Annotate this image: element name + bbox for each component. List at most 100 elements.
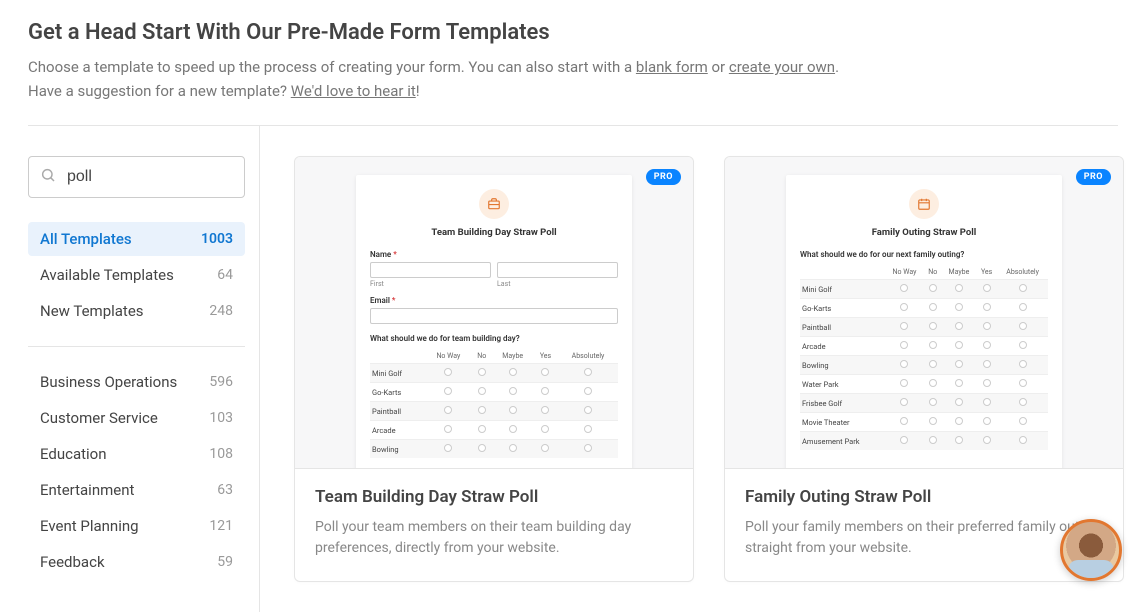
matrix-col: Yes <box>533 349 558 364</box>
blank-form-link[interactable]: blank form <box>636 58 708 76</box>
filter-label: All Templates <box>40 230 132 248</box>
radio-icon <box>955 341 963 349</box>
radio-icon <box>584 444 592 452</box>
preview-first-sub: First <box>370 280 491 288</box>
category-count: 596 <box>209 374 233 390</box>
matrix-row-label: Bowling <box>800 356 885 375</box>
card-title: Team Building Day Straw Poll <box>315 487 673 507</box>
radio-icon <box>444 444 452 452</box>
matrix-col: No Way <box>426 349 472 364</box>
radio-icon <box>444 387 452 395</box>
filter-count: 1003 <box>201 231 233 247</box>
radio-icon <box>444 406 452 414</box>
category-event-planning[interactable]: Event Planning121 <box>28 509 245 543</box>
matrix-col: Maybe <box>492 349 533 364</box>
radio-icon <box>444 368 452 376</box>
suggest-link[interactable]: We'd love to hear it <box>291 82 416 100</box>
radio-icon <box>509 425 517 433</box>
preview-first-input <box>370 262 491 278</box>
category-label: Feedback <box>40 553 105 571</box>
preview-form: Team Building Day Straw Poll Name * Firs… <box>356 175 632 469</box>
radio-icon <box>478 387 486 395</box>
preview-question: What should we do for our next family ou… <box>800 250 1048 259</box>
subhead-text: Choose a template to speed up the proces… <box>28 58 636 76</box>
category-count: 121 <box>209 518 233 534</box>
radio-icon <box>929 303 937 311</box>
card-description: Poll your team members on their team bui… <box>315 517 673 559</box>
radio-icon <box>955 398 963 406</box>
filter-new-templates[interactable]: New Templates248 <box>28 294 245 328</box>
radio-icon <box>541 425 549 433</box>
matrix-row-label: Go-Karts <box>370 383 426 402</box>
radio-icon <box>1019 360 1027 368</box>
radio-icon <box>900 436 908 444</box>
matrix-row: Mini Golf <box>370 364 618 383</box>
radio-icon <box>1019 284 1027 292</box>
category-customer-service[interactable]: Customer Service 103 <box>28 401 245 435</box>
filter-count: 64 <box>217 267 233 283</box>
category-count: 108 <box>209 446 233 462</box>
matrix-row: Arcade <box>800 337 1048 356</box>
preview-form: Family Outing Straw Poll What should we … <box>786 175 1062 469</box>
preview-email-input <box>370 308 618 324</box>
matrix-row-label: Arcade <box>800 337 885 356</box>
matrix-row: Water Park <box>800 375 1048 394</box>
category-feedback[interactable]: Feedback59 <box>28 545 245 579</box>
subhead-mid: or <box>711 58 728 76</box>
search-input[interactable] <box>28 156 245 198</box>
radio-icon <box>983 379 991 387</box>
matrix-row-label: Amusement Park <box>800 432 885 451</box>
radio-icon <box>983 417 991 425</box>
filter-all-templates[interactable]: All Templates 1003 <box>28 222 245 256</box>
matrix-row: Bowling <box>370 440 618 459</box>
create-own-link[interactable]: create your own <box>729 58 835 76</box>
radio-icon <box>1019 341 1027 349</box>
radio-icon <box>955 417 963 425</box>
category-business-operations[interactable]: Business Operations 596 <box>28 365 245 399</box>
radio-icon <box>955 360 963 368</box>
category-entertainment[interactable]: Entertainment63 <box>28 473 245 507</box>
suggest-suffix: ! <box>416 82 420 100</box>
template-card[interactable]: PRO Team Building Day Straw Poll Name * … <box>294 156 694 582</box>
radio-icon <box>1019 436 1027 444</box>
matrix-row-label: Mini Golf <box>370 364 426 383</box>
template-card[interactable]: PRO Family Outing Straw Poll What should… <box>724 156 1124 582</box>
filter-available-templates[interactable]: Available Templates 64 <box>28 258 245 292</box>
card-description: Poll your family members on their prefer… <box>745 517 1103 559</box>
radio-icon <box>929 341 937 349</box>
subhead-suffix: . <box>835 58 839 76</box>
matrix-col: Maybe <box>942 265 976 280</box>
matrix-row: Paintball <box>370 402 618 421</box>
matrix-row: Arcade <box>370 421 618 440</box>
radio-icon <box>478 368 486 376</box>
category-education[interactable]: Education108 <box>28 437 245 471</box>
filter-label: Available Templates <box>40 266 174 284</box>
matrix-row: Go-Karts <box>800 299 1048 318</box>
radio-icon <box>929 417 937 425</box>
category-count: 103 <box>209 410 233 426</box>
preview-question: What should we do for team building day? <box>370 334 618 343</box>
radio-icon <box>1019 417 1027 425</box>
radio-icon <box>541 406 549 414</box>
preview-form-title: Team Building Day Straw Poll <box>370 227 618 238</box>
radio-icon <box>900 284 908 292</box>
radio-icon <box>955 284 963 292</box>
preview-name-label: Name * <box>370 250 618 259</box>
calendar-icon <box>909 189 939 219</box>
category-label: Customer Service <box>40 409 158 427</box>
radio-icon <box>444 425 452 433</box>
matrix-row: Paintball <box>800 318 1048 337</box>
category-label: Business Operations <box>40 373 177 391</box>
matrix-row: Frisbee Golf <box>800 394 1048 413</box>
matrix-row-label: Mini Golf <box>800 280 885 299</box>
radio-icon <box>900 379 908 387</box>
radio-icon <box>509 444 517 452</box>
radio-icon <box>929 436 937 444</box>
search-icon <box>40 167 56 187</box>
radio-icon <box>584 425 592 433</box>
briefcase-icon <box>479 189 509 219</box>
matrix-col: Yes <box>976 265 997 280</box>
card-preview: PRO Family Outing Straw Poll What should… <box>725 157 1123 469</box>
radio-icon <box>1019 322 1027 330</box>
help-mascot-button[interactable] <box>1060 519 1122 581</box>
